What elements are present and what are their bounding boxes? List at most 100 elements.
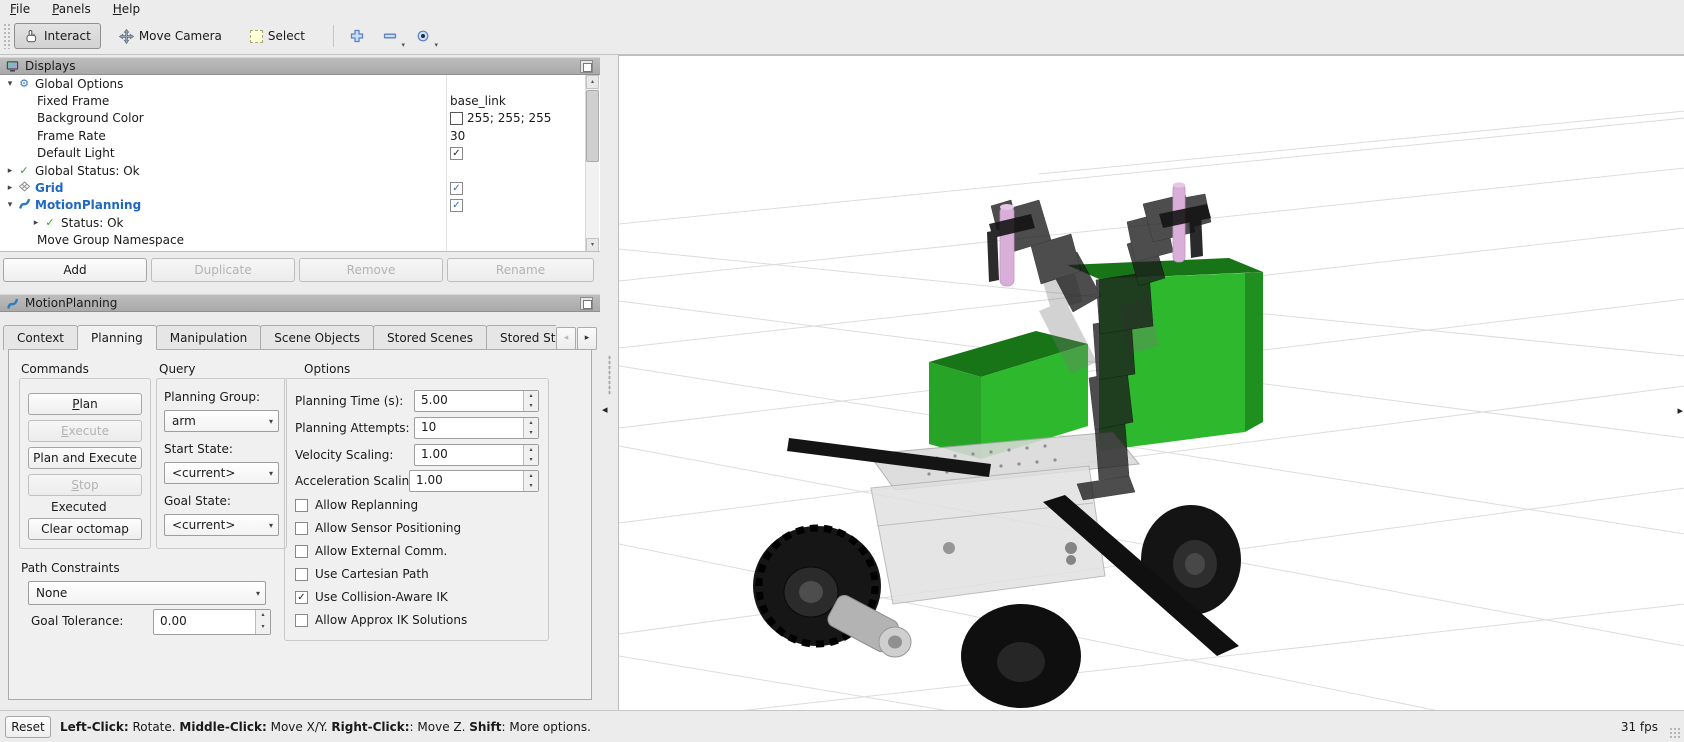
color-swatch [450,112,463,125]
grid-checkbox[interactable]: ✓ [450,182,463,195]
reset-button[interactable]: Reset [5,716,51,738]
tab-manipulation[interactable]: Manipulation [156,325,262,350]
use-collision-aware-ik-checkbox[interactable]: ✓Use Collision-Aware IK [295,590,448,604]
velocity-scaling-spinbox[interactable]: 1.00 ▴▾ [414,444,539,466]
duplicate-display-button[interactable]: Duplicate [151,258,295,282]
held-cylinder-left[interactable] [1000,204,1014,286]
select-tool-button[interactable]: Select [240,23,315,49]
tree-label: MotionPlanning [35,198,141,212]
chevron-down-icon: ▾ [269,521,273,530]
tree-scrollbar[interactable]: ▴ ▾ [585,75,599,252]
3d-viewport[interactable]: ▸ [618,55,1684,710]
background-color-value[interactable]: 255; 255; 255 [450,110,551,127]
clear-octomap-button[interactable]: Clear octomap [28,518,142,540]
expand-arrow-icon[interactable]: ▸ [30,218,42,228]
expand-arrow-icon[interactable]: ▾ [4,79,16,89]
planning-time-spinbox[interactable]: 5.00 ▴▾ [414,390,539,412]
acceleration-scaling-label: Acceleration Scaling: [295,474,421,488]
planning-group-dropdown[interactable]: arm▾ [164,410,279,432]
tree-row-fixed-frame[interactable]: Fixed Frame base_link [0,92,600,109]
plus-tool-button[interactable] [344,23,370,49]
allow-approx-ik-checkbox[interactable]: Allow Approx IK Solutions [295,613,467,627]
expand-arrow-icon[interactable]: ▸ [4,166,16,176]
planning-attempts-spinbox[interactable]: 10 ▴▾ [414,417,539,439]
plan-button[interactable]: Plan [28,393,142,415]
status-bar: Reset Left-Click: Rotate. Middle-Click: … [0,710,1684,742]
spin-up-icon[interactable]: ▴ [524,445,538,455]
path-constraints-dropdown[interactable]: None▾ [28,581,266,605]
interact-tool-button[interactable]: Interact [14,23,101,49]
frame-rate-value[interactable]: 30 [450,127,465,144]
spin-up-icon[interactable]: ▴ [524,391,538,401]
stop-button[interactable]: Stop [28,474,142,496]
displays-float-button[interactable] [580,60,593,73]
tab-context[interactable]: Context [3,325,78,350]
tree-label: Fixed Frame [37,94,109,108]
allow-sensor-positioning-checkbox[interactable]: Allow Sensor Positioning [295,521,461,535]
collapse-panel-icon[interactable]: ▸ [1677,404,1683,417]
spin-down-icon[interactable]: ▾ [524,401,538,411]
add-display-button[interactable]: Add [3,258,147,282]
execute-button[interactable]: Execute [28,420,142,442]
spin-down-icon[interactable]: ▾ [256,622,270,634]
motion-planning-panel-titlebar[interactable]: MotionPlanning [0,294,600,312]
expand-arrow-icon[interactable]: ▸ [4,183,16,193]
tree-row-motion-planning[interactable]: ▾ MotionPlanning ✓ [0,197,600,214]
motion-planning-checkbox[interactable]: ✓ [450,199,463,212]
menu-help[interactable]: Help [113,2,140,16]
tree-row-global-status[interactable]: ▸ ✓ Global Status: Ok [0,162,600,179]
tree-row-background-color[interactable]: Background Color 255; 255; 255 [0,110,600,127]
toolbar-drag-handle[interactable] [3,23,11,49]
tree-label: Move Group Namespace [37,233,184,247]
tree-label: Grid [35,181,63,195]
scroll-up-icon[interactable]: ▴ [586,75,599,89]
menu-panels[interactable]: Panels [52,2,91,16]
tree-row-default-light[interactable]: Default Light ✓ [0,145,600,162]
tree-row-clipped[interactable]: Move Group Namespace [0,232,600,249]
tab-scroll-right-icon[interactable]: ▸ [577,327,597,350]
fixed-frame-value[interactable]: base_link [450,92,506,109]
spin-down-icon[interactable]: ▾ [524,428,538,438]
tab-stored-states[interactable]: Stored Stat [486,325,556,350]
move-camera-tool-button[interactable]: Move Camera [109,23,232,49]
spin-up-icon[interactable]: ▴ [524,418,538,428]
motion-planning-float-button[interactable] [580,297,593,310]
panel-splitter[interactable]: ◂ [600,55,618,710]
spin-down-icon[interactable]: ▾ [524,455,538,465]
allow-external-comm-checkbox[interactable]: Allow External Comm. [295,544,447,558]
default-light-checkbox[interactable]: ✓ [450,147,463,160]
use-cartesian-path-checkbox[interactable]: Use Cartesian Path [295,567,429,581]
menu-file[interactable]: File [10,2,30,16]
acceleration-scaling-spinbox[interactable]: 1.00 ▴▾ [409,470,539,492]
allow-replanning-checkbox[interactable]: Allow Replanning [295,498,418,512]
spin-up-icon[interactable]: ▴ [256,610,270,622]
tree-label: Default Light [37,146,115,160]
remove-display-button[interactable]: Remove [299,258,443,282]
expand-arrow-icon[interactable]: ▾ [4,200,16,210]
splitter-handle[interactable] [608,355,611,395]
displays-panel-titlebar[interactable]: Displays [0,57,600,75]
focus-camera-icon [416,29,430,43]
tree-row-frame-rate[interactable]: Frame Rate 30 [0,127,600,144]
scroll-down-icon[interactable]: ▾ [586,238,599,252]
resize-grip[interactable] [1669,727,1681,739]
collapse-panel-icon[interactable]: ◂ [602,403,608,416]
tab-scene-objects[interactable]: Scene Objects [260,325,374,350]
rename-display-button[interactable]: Rename [447,258,594,282]
spin-down-icon[interactable]: ▾ [524,481,538,491]
spin-up-icon[interactable]: ▴ [524,471,538,481]
goal-tolerance-spinbox[interactable]: 0.00 ▴▾ [153,609,271,635]
tab-scroll-left-icon[interactable]: ◂ [556,327,576,350]
tree-row-status-ok[interactable]: ▸ ✓ Status: Ok [0,214,600,231]
start-state-dropdown[interactable]: <current>▾ [164,462,279,484]
tab-stored-scenes[interactable]: Stored Scenes [373,325,487,350]
focus-camera-tool-button[interactable]: ▾ [410,23,436,49]
select-label: Select [268,29,305,43]
tab-planning[interactable]: Planning [77,325,157,350]
minus-tool-button[interactable]: ▾ [377,23,403,49]
plan-and-execute-button[interactable]: Plan and Execute [28,447,142,469]
goal-state-dropdown[interactable]: <current>▾ [164,514,279,536]
tree-row-global-options[interactable]: ▾ ⚙ Global Options [0,75,600,92]
tree-row-grid[interactable]: ▸ Grid ✓ [0,179,600,196]
scrollbar-thumb[interactable] [586,90,599,162]
